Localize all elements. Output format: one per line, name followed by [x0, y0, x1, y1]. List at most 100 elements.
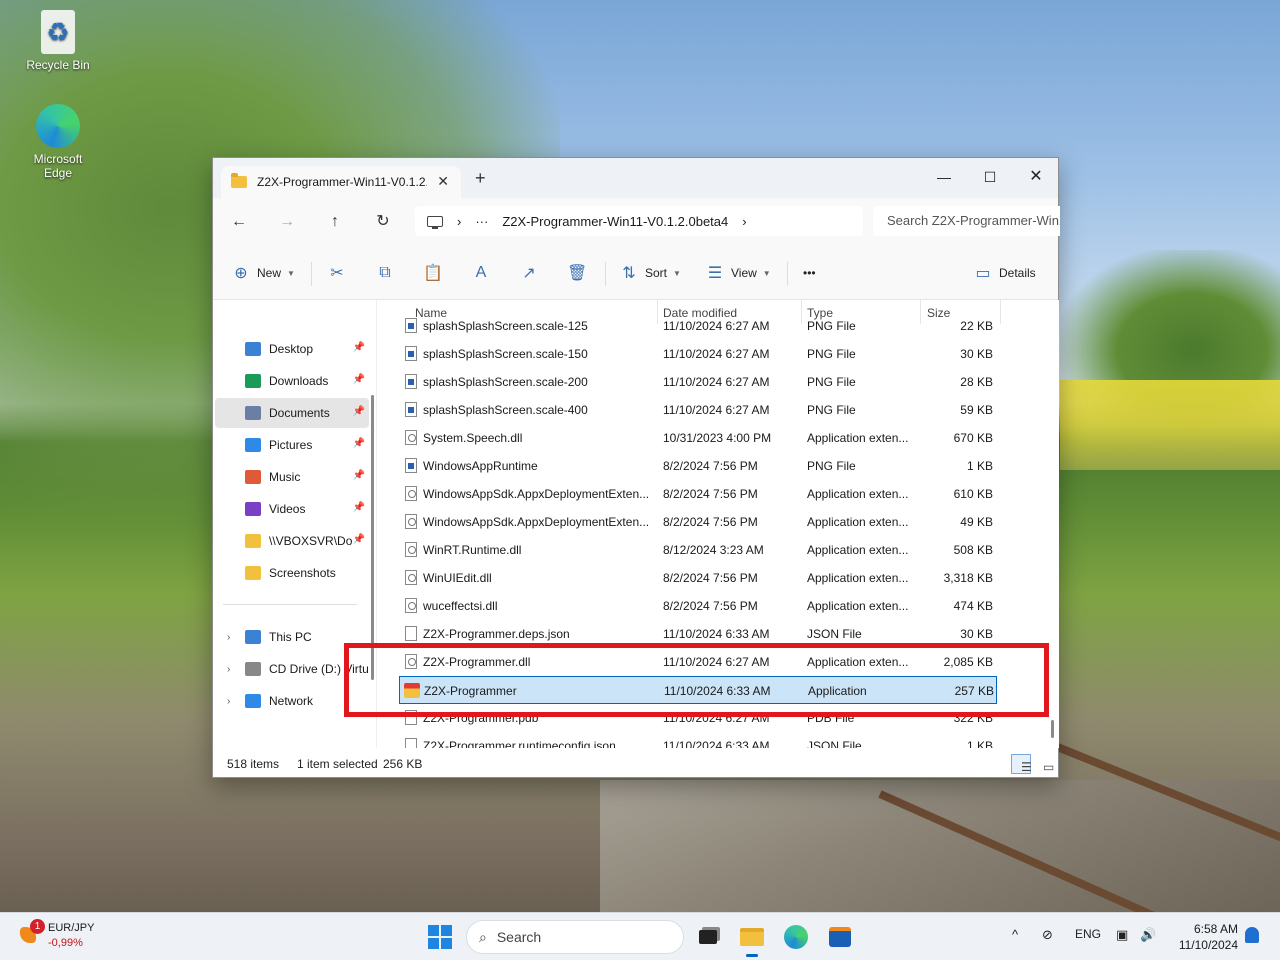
column-divider[interactable] [1000, 300, 1001, 324]
file-row[interactable]: splashSplashScreen.scale-200 11/10/2024 6… [399, 368, 997, 396]
dll-file-icon [405, 486, 417, 501]
file-row[interactable]: Z2X-Programmer.dll 11/10/2024 6:27 AM Appl… [399, 648, 997, 676]
file-row[interactable]: WinUIEdit.dll 8/2/2024 7:56 PM Application… [399, 564, 997, 592]
sidebar-item-documents[interactable]: Documents 📌 [215, 398, 369, 428]
new-tab-button[interactable]: + [475, 168, 486, 189]
delete-button[interactable]: 🗑 [567, 262, 587, 284]
file-name: splashSplashScreen.scale-400 [423, 403, 588, 417]
desktop-icon-edge[interactable]: Microsoft Edge [18, 104, 98, 180]
more-options-button[interactable]: ••• [803, 262, 816, 284]
file-size: 28 KB [960, 375, 993, 389]
sidebar-item-this-pc[interactable]: › This PC [215, 622, 369, 652]
language-indicator[interactable]: ENG [1075, 927, 1101, 941]
file-name: splashSplashScreen.scale-150 [423, 347, 588, 361]
sidebar-item-desktop[interactable]: Desktop 📌 [215, 334, 369, 364]
explorer-tab[interactable]: Z2X-Programmer-Win11-V0.1.2.0beta4 ✕ [221, 166, 461, 198]
refresh-button[interactable]: ↻ [371, 210, 395, 234]
file-date-modified: 8/2/2024 7:56 PM [663, 487, 758, 501]
file-row[interactable]: WinRT.Runtime.dll 8/12/2024 3:23 AM Applic… [399, 536, 997, 564]
breadcrumb-separator[interactable]: › [742, 214, 746, 229]
file-row[interactable]: System.Speech.dll 10/31/2023 4:00 PM Appli… [399, 424, 997, 452]
rename-button[interactable]: A [471, 262, 491, 284]
breadcrumb-separator[interactable]: › [457, 214, 461, 229]
file-name: splashSplashScreen.scale-200 [423, 375, 588, 389]
up-button[interactable]: ↑ [323, 210, 347, 234]
stock-widget[interactable]: 1 EUR/JPY -0,99% [18, 919, 94, 951]
breadcrumb-current-folder[interactable]: Z2X-Programmer-Win11-V0.1.2.0beta4 [502, 214, 728, 229]
show-hidden-icons-button[interactable]: ^ [1012, 927, 1018, 942]
taskbar-search[interactable]: ⌕ Search [466, 920, 684, 954]
edge-taskbar-button[interactable] [780, 921, 812, 953]
sidebar-item-music[interactable]: Music 📌 [215, 462, 369, 492]
notification-bell-icon[interactable] [1245, 927, 1259, 943]
display-icon[interactable]: ▣ [1116, 927, 1128, 943]
details-view-icon: ☰ [1021, 760, 1032, 774]
paste-button[interactable]: 📋 [423, 262, 443, 284]
file-explorer-window: Z2X-Programmer-Win11-V0.1.2.0beta4 ✕ + —… [212, 157, 1060, 778]
dll-file-icon [405, 598, 417, 613]
file-type: Application [808, 684, 867, 698]
stock-widget-icon: 1 [18, 919, 45, 945]
start-button[interactable] [428, 925, 452, 949]
sort-button[interactable]: ⇅ Sort ▼ [619, 262, 681, 284]
network-status-icon[interactable]: ⊘ [1042, 927, 1053, 943]
details-pane-button[interactable]: ▭ Details [973, 262, 1035, 284]
clock[interactable]: 6:58 AM 11/10/2024 [1170, 921, 1238, 953]
file-row[interactable]: WindowsAppSdk.AppxDeploymentExten... 8/2/… [399, 508, 997, 536]
folder-search-input[interactable]: Search Z2X-Programmer-Win11-V0.1.2.0beta… [873, 206, 1060, 236]
sidebar-item-pictures[interactable]: Pictures 📌 [215, 430, 369, 460]
breadcrumb-more-button[interactable]: ··· [475, 214, 488, 229]
file-row[interactable]: Z2X-Programmer.pdb 11/10/2024 6:27 AM PDB … [399, 704, 997, 732]
file-date-modified: 8/2/2024 7:56 PM [663, 571, 758, 585]
chevron-right-icon[interactable]: › [227, 632, 230, 643]
sidebar-scrollbar[interactable] [371, 395, 374, 680]
file-row[interactable]: Z2X-Programmer.runtimeconfig.json 11/10/2… [399, 732, 997, 748]
sidebar-item-vboxsvr-do[interactable]: \\VBOXSVR\Do 📌 [215, 526, 369, 556]
file-name: WinUIEdit.dll [423, 571, 492, 585]
close-window-button[interactable]: ✕ [1013, 162, 1059, 192]
sidebar-item-label: CD Drive (D:) Virtu [269, 662, 369, 676]
file-row[interactable]: WindowsAppRuntime 8/2/2024 7:56 PM PNG Fil… [399, 452, 997, 480]
share-button[interactable]: ↗ [519, 262, 539, 284]
close-tab-button[interactable]: ✕ [437, 173, 449, 190]
chevron-right-icon[interactable]: › [227, 664, 230, 675]
address-bar[interactable]: › ··· Z2X-Programmer-Win11-V0.1.2.0beta4… [415, 206, 863, 236]
maximize-button[interactable]: ☐ [967, 162, 1013, 192]
file-row[interactable]: Z2X-Programmer.deps.json 11/10/2024 6:33 … [399, 620, 997, 648]
sidebar-item-cd-drive-d-virtu[interactable]: › CD Drive (D:) Virtu [215, 654, 369, 684]
new-button[interactable]: ⊕ New ▼ [231, 262, 295, 284]
file-list-scrollbar[interactable] [1051, 720, 1054, 738]
sidebar-item-downloads[interactable]: Downloads 📌 [215, 366, 369, 396]
sidebar-item-screenshots[interactable]: Screenshots [215, 558, 369, 588]
details-view-toggle[interactable]: ☰ [1011, 754, 1032, 774]
task-view-button[interactable] [692, 921, 724, 953]
file-row[interactable]: splashSplashScreen.scale-150 11/10/2024 6… [399, 340, 997, 368]
file-name: WindowsAppSdk.AppxDeploymentExten... [423, 487, 650, 501]
cut-button[interactable]: ✂ [327, 262, 347, 284]
view-button[interactable]: ☰ View ▼ [705, 262, 771, 284]
sidebar-item-network[interactable]: › Network [215, 686, 369, 716]
desktop-icon-recycle-bin[interactable]: ♻ Recycle Bin [18, 10, 98, 72]
sidebar-item-videos[interactable]: Videos 📌 [215, 494, 369, 524]
file-size: 22 KB [960, 319, 993, 333]
forward-button[interactable]: → [275, 210, 299, 234]
minimize-button[interactable]: — [921, 162, 967, 192]
clock-date: 11/10/2024 [1178, 938, 1238, 952]
toolbar-divider [787, 262, 788, 286]
file-row-selected[interactable]: Z2X-Programmer 11/10/2024 6:33 AM Applicat… [399, 676, 997, 704]
file-size: 474 KB [953, 599, 993, 613]
volume-icon[interactable]: 🔊 [1140, 927, 1156, 943]
store-taskbar-button[interactable] [824, 921, 856, 953]
file-type: PDB File [807, 711, 855, 725]
chevron-right-icon[interactable]: › [227, 696, 230, 707]
file-name: System.Speech.dll [423, 431, 523, 445]
file-row[interactable]: splashSplashScreen.scale-125 11/10/2024 6… [399, 312, 997, 340]
file-row[interactable]: splashSplashScreen.scale-400 11/10/2024 6… [399, 396, 997, 424]
folder-icon [245, 374, 261, 388]
tiles-view-toggle[interactable]: ▭ [1033, 754, 1054, 774]
file-explorer-taskbar-button[interactable] [736, 921, 768, 957]
file-row[interactable]: WindowsAppSdk.AppxDeploymentExten... 8/2/… [399, 480, 997, 508]
copy-button[interactable]: ⧉ [375, 262, 395, 284]
back-button[interactable]: ← [227, 210, 251, 234]
file-row[interactable]: wuceffectsi.dll 8/2/2024 7:56 PM Applicati… [399, 592, 997, 620]
